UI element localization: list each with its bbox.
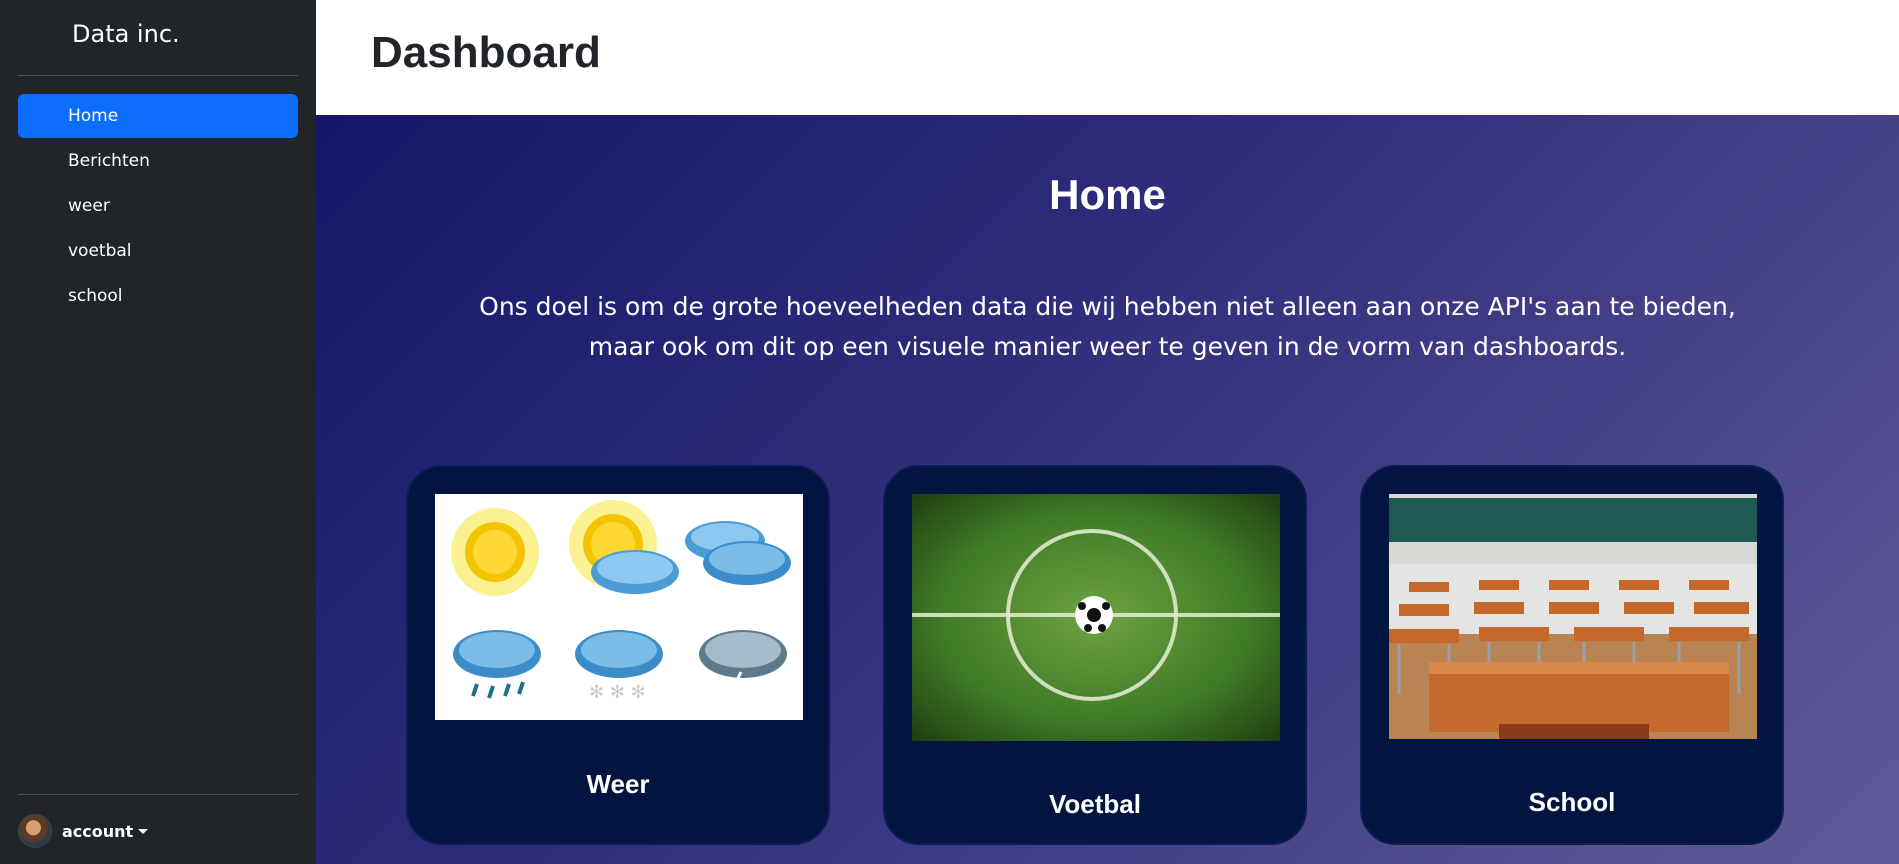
page-title: Dashboard	[371, 28, 601, 77]
section-title: Home	[1049, 171, 1166, 218]
sidebar-divider-bottom	[18, 794, 298, 795]
intro-line-2: maar ook om dit op een visuele manier we…	[588, 332, 1627, 361]
sidebar-item-home[interactable]: Home	[18, 94, 298, 138]
sidebar-divider-top	[18, 75, 298, 76]
svg-text:✻ ✻ ✻: ✻ ✻ ✻	[589, 682, 646, 703]
account-dropdown[interactable]: account	[18, 813, 149, 849]
caret-down-icon[interactable]	[138, 828, 149, 834]
intro-text: Ons doel is om de grote hoeveelheden dat…	[476, 287, 1739, 367]
intro-line-1: Ons doel is om de grote hoeveelheden dat…	[479, 292, 1736, 321]
weather-card-label[interactable]: Weer	[408, 769, 828, 800]
sidebar-item-berichten[interactable]: Berichten	[18, 139, 298, 183]
account-label[interactable]: account	[62, 822, 133, 841]
sidebar-item-weer[interactable]: weer	[18, 184, 298, 228]
page-header: Dashboard	[316, 0, 1899, 115]
weather-icons-image[interactable]: ✻ ✻ ✻	[435, 494, 803, 720]
sidebar: Data inc. Home Berichten weer voetbal sc…	[0, 0, 316, 864]
avatar[interactable]	[18, 814, 52, 848]
weather-card[interactable]: ✻ ✻ ✻ Weer	[406, 465, 830, 845]
brand-title[interactable]: Data inc.	[72, 20, 180, 48]
main-content: Home Ons doel is om de grote hoeveelhede…	[316, 115, 1899, 864]
football-field-image[interactable]	[912, 494, 1280, 741]
football-card-label[interactable]: Voetbal	[885, 789, 1305, 820]
sidebar-nav: Home Berichten weer voetbal school	[18, 94, 298, 319]
sidebar-item-school[interactable]: school	[18, 274, 298, 318]
school-card-label[interactable]: School	[1362, 787, 1782, 818]
classroom-image[interactable]	[1389, 494, 1757, 739]
sidebar-item-voetbal[interactable]: voetbal	[18, 229, 298, 273]
school-card[interactable]: School	[1360, 465, 1784, 845]
football-card[interactable]: Voetbal	[883, 465, 1307, 845]
